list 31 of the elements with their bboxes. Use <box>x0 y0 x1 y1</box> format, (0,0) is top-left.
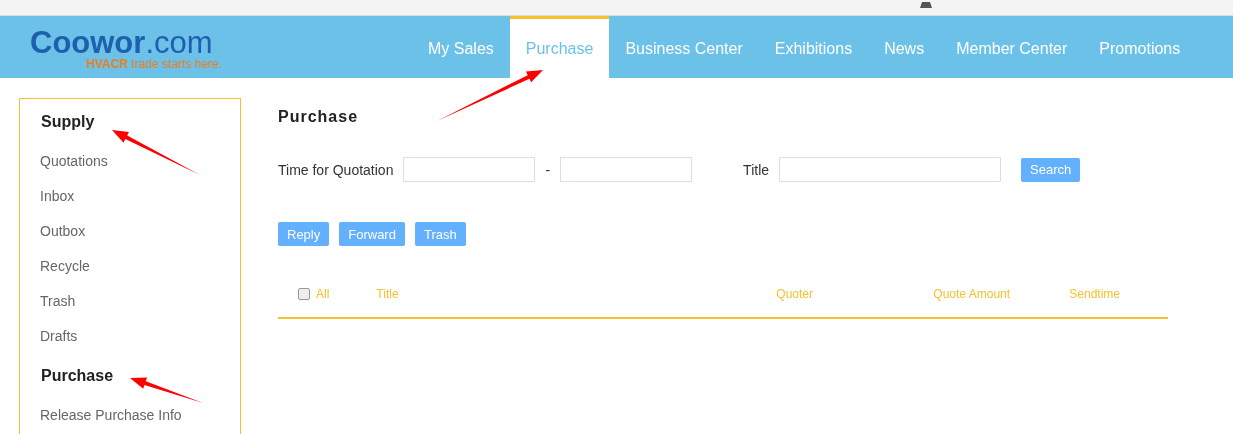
column-header: Quoter <box>776 287 815 301</box>
sidebar-link[interactable]: Quotations <box>40 152 240 187</box>
column-header: Sendtime <box>1069 287 1121 301</box>
column-header: Title <box>376 287 400 301</box>
logo[interactable]: Coowor.com <box>30 27 410 58</box>
sidebar-link[interactable]: Release Purchase Info <box>40 406 240 434</box>
search-button[interactable]: Search <box>1021 157 1081 182</box>
sidebar-link[interactable]: Trash <box>40 292 240 327</box>
title-label: Title <box>743 161 770 178</box>
nav-tab[interactable]: Promotions <box>1083 16 1197 78</box>
sidebar-link[interactable]: Outbox <box>40 222 240 257</box>
sidebar-heading: Purchase <box>40 367 115 385</box>
sidebar-link[interactable]: Inbox <box>40 187 240 222</box>
sidebar-heading: Supply <box>40 113 96 131</box>
nav-tab[interactable]: Purchase <box>509 16 610 78</box>
nav-tab[interactable]: Member Center <box>940 16 1084 78</box>
action-button[interactable]: Reply <box>278 222 330 246</box>
tagline: HVACR trade starts here. <box>86 57 223 71</box>
nav-tab[interactable]: My Sales <box>412 16 510 78</box>
range-separator: - <box>545 161 551 178</box>
action-button[interactable]: Trash <box>414 222 466 246</box>
column-header: Quote Amount <box>933 287 1012 301</box>
time-label: Time for Quotation <box>278 161 394 178</box>
nav-tab[interactable]: Business Center <box>609 16 759 78</box>
select-all-label: All <box>316 287 330 301</box>
sidebar-link[interactable]: Recycle <box>40 257 240 292</box>
page-title: Purchase <box>278 108 360 126</box>
nav-tab[interactable]: News <box>868 16 941 78</box>
sidebar-link[interactable]: Drafts <box>40 327 240 362</box>
action-button[interactable]: Forward <box>339 222 405 246</box>
nav-tab[interactable]: Exhibitions <box>758 16 869 78</box>
